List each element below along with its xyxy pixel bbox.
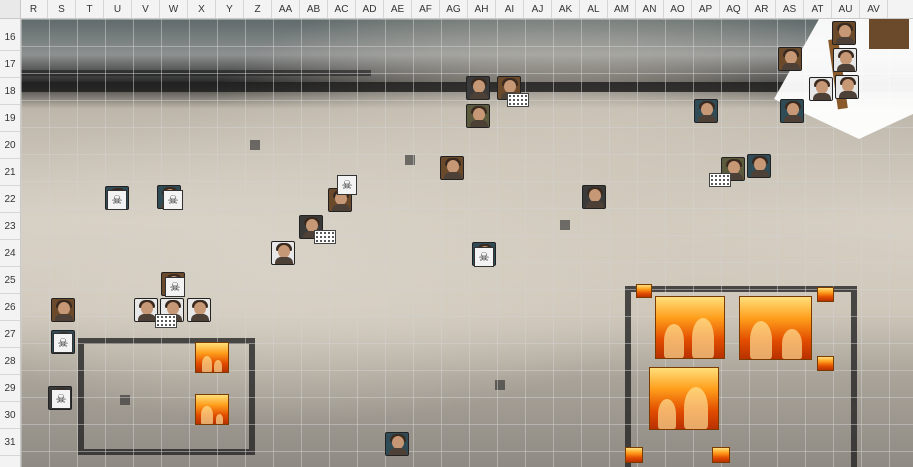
row-header-cell[interactable]: 25 [0,267,20,294]
skull-icon: ☠ [474,247,494,267]
spreadsheet-map-view: R S T U V W X Y Z AA AB AC AD AE AF AG A… [0,0,913,467]
skull-icon: ☠ [53,333,73,353]
column-header-cell[interactable]: AB [300,0,328,18]
rubble [120,395,130,405]
row-header-cell[interactable]: 24 [0,240,20,267]
row-header-cell[interactable]: 31 [0,429,20,456]
column-header-cell[interactable]: AI [496,0,524,18]
column-header-cell[interactable]: AJ [524,0,552,18]
row-header-cell[interactable]: 21 [0,159,20,186]
status-marker-icon [507,93,529,107]
character-token[interactable] [187,298,211,322]
row-header-cell[interactable]: 30 [0,402,20,429]
column-header-cell[interactable]: AL [580,0,608,18]
row-header-cell[interactable]: 16 [0,24,20,51]
fire-hazard [817,287,834,302]
row-header-cell[interactable]: 18 [0,78,20,105]
column-header-cell[interactable]: S [48,0,76,18]
select-all-corner[interactable] [0,0,21,19]
fire-hazard [817,356,834,371]
row-header-cell[interactable]: 27 [0,321,20,348]
status-marker-icon [155,314,177,328]
fire-hazard [739,296,812,360]
column-header-cell[interactable]: X [188,0,216,18]
column-header-cell[interactable]: AO [664,0,692,18]
character-token[interactable] [835,75,859,99]
fire-hazard [649,367,719,430]
column-header-bar: R S T U V W X Y Z AA AB AC AD AE AF AG A… [0,0,913,19]
character-token[interactable] [271,241,295,265]
row-header-cell[interactable]: 29 [0,375,20,402]
column-header-cell[interactable]: Z [244,0,272,18]
column-header-cell[interactable]: AA [272,0,300,18]
fire-hazard [655,296,725,359]
row-header-cell[interactable]: 20 [0,132,20,159]
character-token[interactable] [694,99,718,123]
fire-hazard [195,342,229,373]
column-header-cell[interactable]: AH [468,0,496,18]
column-header-cell[interactable]: U [104,0,132,18]
column-header-cell[interactable]: AP [692,0,720,18]
skull-icon: ☠ [51,389,71,409]
row-header-cell[interactable]: 17 [0,51,20,78]
skull-icon: ☠ [165,277,185,297]
column-header-cell[interactable]: AF [412,0,440,18]
row-header-bar: 16 17 18 19 20 21 22 23 24 25 26 27 28 2… [0,18,21,467]
column-header-cell[interactable]: W [160,0,188,18]
rubble [250,140,260,150]
character-token[interactable] [582,185,606,209]
skull-icon: ☠ [163,190,183,210]
column-header-cell[interactable]: AQ [720,0,748,18]
fire-hazard [195,394,229,425]
column-header-cell[interactable]: AM [608,0,636,18]
character-token[interactable] [466,76,490,100]
character-token[interactable] [833,48,857,72]
rubble [495,380,505,390]
column-header-cell[interactable]: AK [552,0,580,18]
skull-icon: ☠ [337,175,357,195]
character-token[interactable] [466,104,490,128]
cliff-ridge [21,70,371,76]
row-header-cell[interactable]: 28 [0,348,20,375]
column-header-cell[interactable]: T [76,0,104,18]
status-marker-icon [709,173,731,187]
column-header-cell[interactable]: Y [216,0,244,18]
column-header-cell[interactable]: AD [356,0,384,18]
column-header-cell[interactable]: R [20,0,48,18]
character-token[interactable] [385,432,409,456]
character-token[interactable] [780,99,804,123]
column-header-cell[interactable]: AG [440,0,468,18]
row-header-cell[interactable]: 22 [0,186,20,213]
column-header-cell[interactable]: AC [328,0,356,18]
status-marker-icon [314,230,336,244]
column-header-cell[interactable]: AN [636,0,664,18]
character-token[interactable] [747,154,771,178]
rubble [560,220,570,230]
column-header-cell[interactable]: AS [776,0,804,18]
character-token[interactable] [832,21,856,45]
column-header-cell[interactable]: AU [832,0,860,18]
character-token[interactable] [51,298,75,322]
column-header-cell[interactable]: AR [748,0,776,18]
column-header-cell[interactable]: AV [860,0,888,18]
fire-hazard [712,447,730,463]
fire-hazard [636,284,652,298]
column-header-cell[interactable]: AT [804,0,832,18]
character-token[interactable] [809,77,833,101]
rubble [405,155,415,165]
row-header-cell[interactable]: 26 [0,294,20,321]
skull-icon: ☠ [107,190,127,210]
fire-hazard [625,447,643,463]
column-header-cell[interactable]: AE [384,0,412,18]
column-header-cell[interactable]: V [132,0,160,18]
character-token[interactable] [440,156,464,180]
row-header-cell[interactable]: 19 [0,105,20,132]
character-token[interactable] [778,47,802,71]
row-header-cell[interactable]: 23 [0,213,20,240]
